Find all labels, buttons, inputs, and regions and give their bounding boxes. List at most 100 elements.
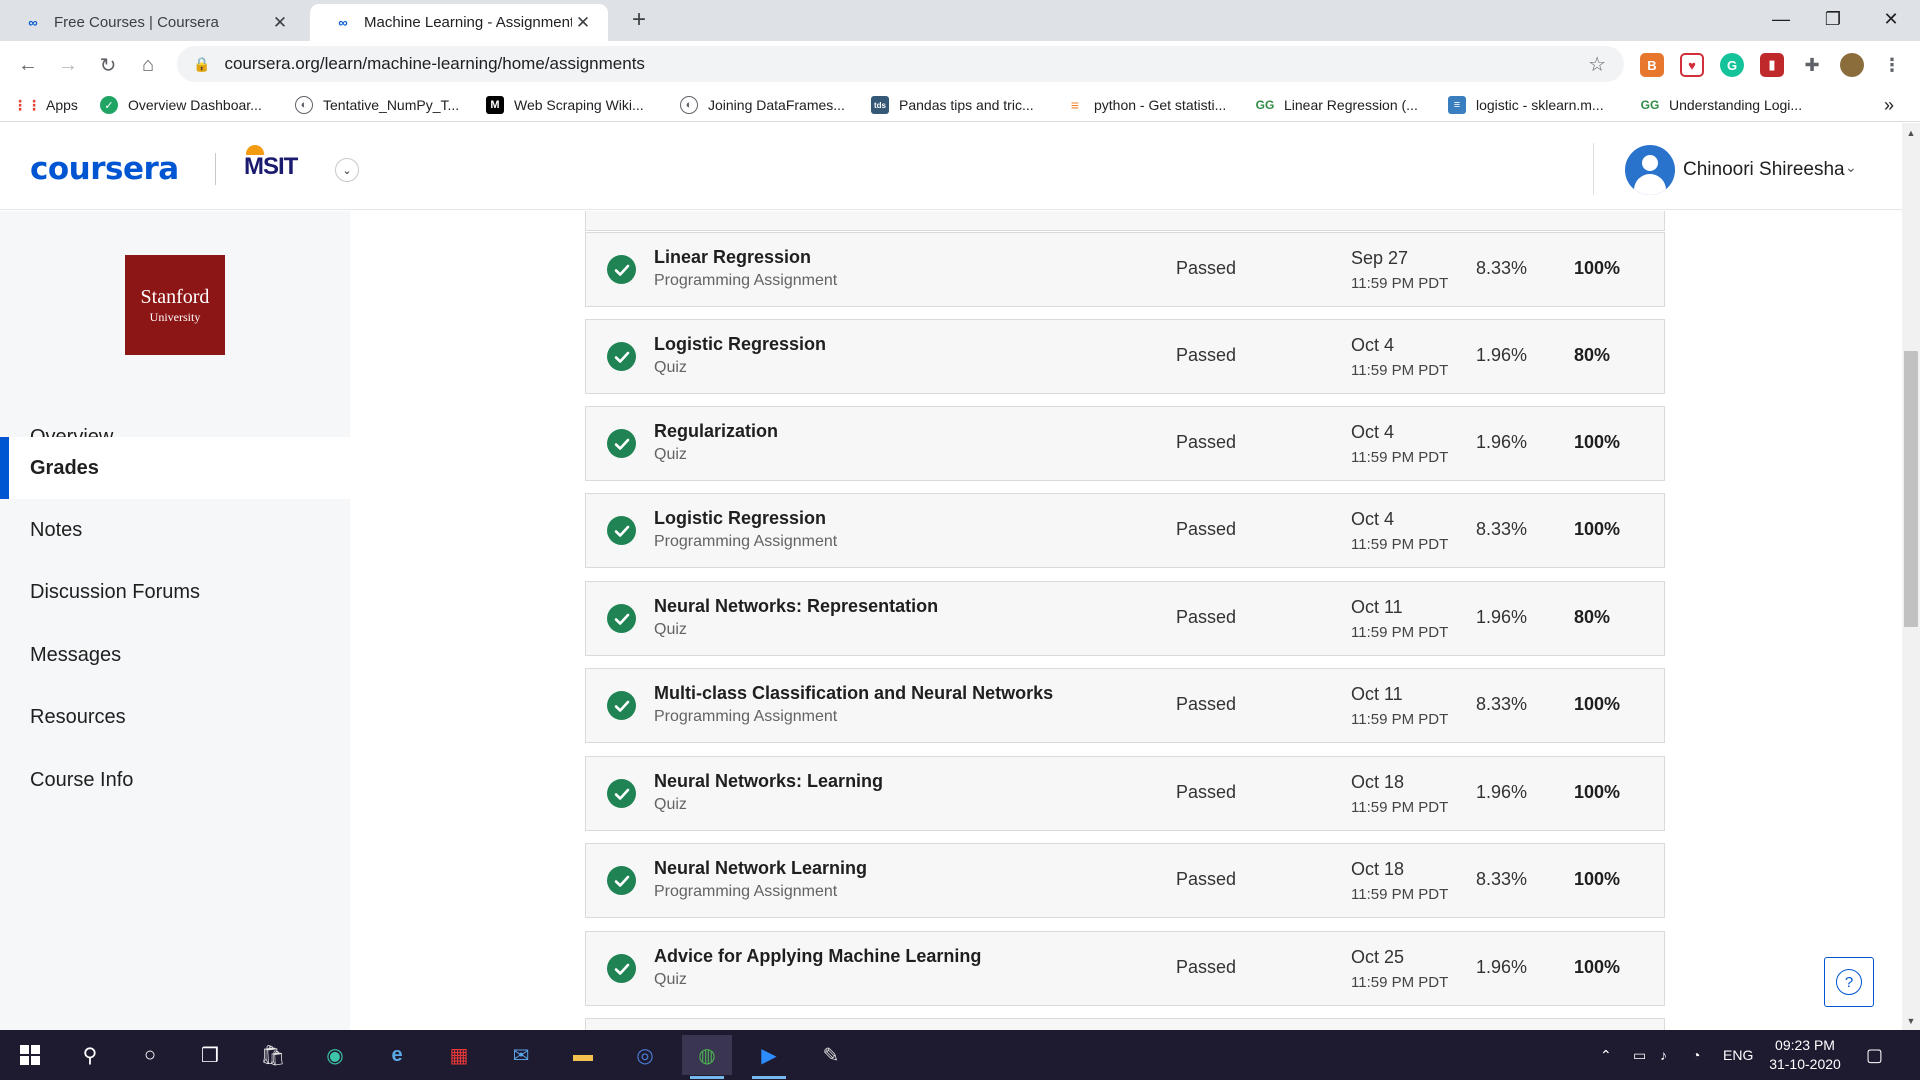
bookmark-pandas-tips[interactable]: tds Pandas tips and tric... (871, 93, 1034, 117)
pocket-extension-icon[interactable]: ♥ (1680, 53, 1704, 77)
scroll-up-icon[interactable]: ▲ (1902, 125, 1920, 141)
assignment-name[interactable]: Neural Networks: Representation (654, 596, 938, 617)
paint-icon[interactable]: ✎ (806, 1035, 856, 1075)
table-row[interactable]: Advice for Applying Machine Learning Quiz… (585, 931, 1665, 1006)
back-icon[interactable]: ← (14, 51, 42, 79)
close-tab-icon[interactable]: ✕ (269, 13, 291, 33)
bookmark-sklearn[interactable]: ≡ logistic - sklearn.m... (1448, 93, 1604, 117)
language-indicator[interactable]: ENG (1723, 1030, 1753, 1080)
table-row[interactable]: Neural Networks: Learning Quiz Passed Oct 1… (585, 756, 1665, 831)
grammarly-extension-icon[interactable]: G (1720, 53, 1744, 77)
assignment-name[interactable]: Neural Network Learning (654, 858, 867, 879)
check-circle-icon (607, 604, 636, 633)
search-icon[interactable]: ⚲ (65, 1035, 115, 1075)
sidebar-item-course-info[interactable]: Course Info (0, 749, 350, 811)
book-extension-icon[interactable]: ▮ (1760, 53, 1784, 77)
task-view-icon[interactable]: ❒ (185, 1035, 235, 1075)
volume-icon[interactable]: ♪ (1660, 1030, 1667, 1080)
bookmark-numpy[interactable]: ◐ Tentative_NumPy_T... (295, 93, 459, 117)
tab-machine-learning[interactable]: ∞ Machine Learning - Assignments ✕ (310, 4, 608, 41)
address-bar[interactable]: 🔒 coursera.org/learn/machine-learning/ho… (177, 46, 1624, 82)
sidebar-item-resources[interactable]: Resources (0, 686, 350, 748)
due-date: Oct 18 (1351, 772, 1405, 792)
assignment-name[interactable]: Logistic Regression (654, 508, 826, 529)
wifi-icon[interactable]: ◔ (1692, 1030, 1700, 1080)
msit-logo[interactable]: MSIT (244, 145, 298, 181)
edge-icon[interactable]: ◉ (310, 1035, 360, 1075)
profile-avatar-icon[interactable] (1840, 53, 1864, 77)
chrome-menu-icon[interactable]: ⋮ (1880, 53, 1904, 77)
tab-free-courses[interactable]: ∞ Free Courses | Coursera ✕ (0, 4, 305, 41)
bookmark-apps[interactable]: ⋮⋮ Apps (13, 93, 78, 117)
assignment-name[interactable]: Logistic Regression (654, 334, 826, 355)
bookmark-joining-dataframes[interactable]: ◐ Joining DataFrames... (680, 93, 845, 117)
table-row[interactable]: Logistic Regression Programming Assignmen… (585, 493, 1665, 568)
table-row[interactable]: Logistic Regression Quiz Passed Oct 4 11:59 … (585, 319, 1665, 394)
zoom-icon[interactable]: ▶ (744, 1035, 794, 1079)
chevron-down-icon[interactable]: ⌄ (335, 158, 359, 182)
cortana-icon[interactable]: ○ (125, 1035, 175, 1075)
brave-extension-icon[interactable]: B (1640, 53, 1664, 77)
chevron-down-icon[interactable]: ⌄ (1845, 159, 1857, 176)
bookmark-overview-dashboard[interactable]: ✓ Overview Dashboar... (100, 93, 262, 117)
home-icon[interactable]: ⌂ (134, 51, 162, 79)
stanford-logo[interactable]: Stanford University (125, 255, 225, 355)
gift-app-icon[interactable]: ▦ (434, 1035, 484, 1075)
battery-icon[interactable]: ▭ (1633, 1030, 1646, 1080)
bookmark-label: logistic - sklearn.m... (1476, 97, 1604, 113)
table-row[interactable] (585, 1018, 1665, 1030)
due-date: Oct 4 (1351, 509, 1395, 529)
bookmark-python-statistics[interactable]: ≡ python - Get statisti... (1066, 93, 1226, 117)
extensions-puzzle-icon[interactable]: ✚ (1800, 53, 1824, 77)
header-divider (1593, 143, 1594, 195)
browser-app-icon[interactable]: ◎ (620, 1035, 670, 1075)
sidebar-item-discussion-forums[interactable]: Discussion Forums (0, 561, 350, 623)
scrollbar-thumb[interactable] (1904, 351, 1918, 627)
assignment-name[interactable]: Multi-class Classification and Neural Ne… (654, 683, 1053, 704)
close-window-icon[interactable]: ✕ (1863, 0, 1919, 38)
assignment-name[interactable]: Advice for Applying Machine Learning (654, 946, 981, 967)
sidebar-item-messages[interactable]: Messages (0, 624, 350, 686)
show-hidden-icons[interactable]: ⌃ (1600, 1030, 1612, 1080)
course-sidebar: Stanford University Overview Grades Note… (0, 211, 350, 1030)
scroll-down-icon[interactable]: ▼ (1902, 1013, 1920, 1029)
file-explorer-icon[interactable]: ▬ (558, 1035, 608, 1075)
notifications-icon[interactable]: ▢ (1866, 1030, 1883, 1080)
restore-icon[interactable]: ❐ (1805, 0, 1861, 38)
chrome-taskbar-icon[interactable]: ◍ (682, 1035, 732, 1079)
minimize-icon[interactable]: — (1753, 0, 1809, 38)
bookmark-linear-regression[interactable]: GG Linear Regression (... (1256, 93, 1418, 117)
bookmark-label: Overview Dashboar... (128, 97, 262, 113)
coursera-logo[interactable]: coursera (30, 151, 179, 187)
table-row[interactable]: Neural Networks: Representation Quiz Passe… (585, 581, 1665, 656)
more-bookmarks-button[interactable]: » (1884, 93, 1894, 117)
geeksforgeeks-icon: GG (1640, 98, 1660, 112)
close-tab-icon[interactable]: ✕ (572, 13, 594, 33)
mail-icon[interactable]: ✉ (496, 1035, 546, 1075)
table-row[interactable]: Multi-class Classification and Neural Ne… (585, 668, 1665, 743)
sidebar-item-notes[interactable]: Notes (0, 499, 350, 561)
assignment-type: Quiz (654, 446, 687, 463)
user-avatar-icon[interactable] (1625, 145, 1675, 195)
table-row[interactable]: Linear Regression Programming Assignment P… (585, 232, 1665, 307)
windows-start-icon[interactable] (5, 1035, 55, 1075)
assignment-name[interactable]: Neural Networks: Learning (654, 771, 883, 792)
bookmark-understanding-logistic[interactable]: GG Understanding Logi... (1641, 93, 1802, 117)
assignment-name[interactable]: Linear Regression (654, 247, 811, 268)
user-name[interactable]: Chinoori Shireesha (1683, 159, 1845, 181)
assignment-name[interactable]: Regularization (654, 421, 778, 442)
store-icon[interactable]: 🛍 (248, 1035, 298, 1075)
table-row[interactable]: Regularization Quiz Passed Oct 4 11:59 PM PD… (585, 406, 1665, 481)
help-button[interactable]: ? (1824, 957, 1874, 1007)
table-row[interactable] (585, 211, 1665, 231)
bookmark-star-icon[interactable]: ☆ (1588, 52, 1606, 77)
internet-explorer-icon[interactable]: e (372, 1035, 422, 1075)
bookmark-web-scraping[interactable]: M Web Scraping Wiki... (486, 93, 644, 117)
new-tab-button[interactable]: + (624, 6, 654, 36)
forward-icon[interactable]: → (54, 51, 82, 79)
sidebar-item-grades[interactable]: Grades (0, 437, 350, 499)
reload-icon[interactable]: ↻ (94, 51, 122, 79)
table-row[interactable]: Neural Network Learning Programming Assig… (585, 843, 1665, 918)
bookmark-label: python - Get statisti... (1094, 97, 1227, 113)
system-clock[interactable]: 09:23 PM 31-10-2020 (1764, 1036, 1846, 1074)
